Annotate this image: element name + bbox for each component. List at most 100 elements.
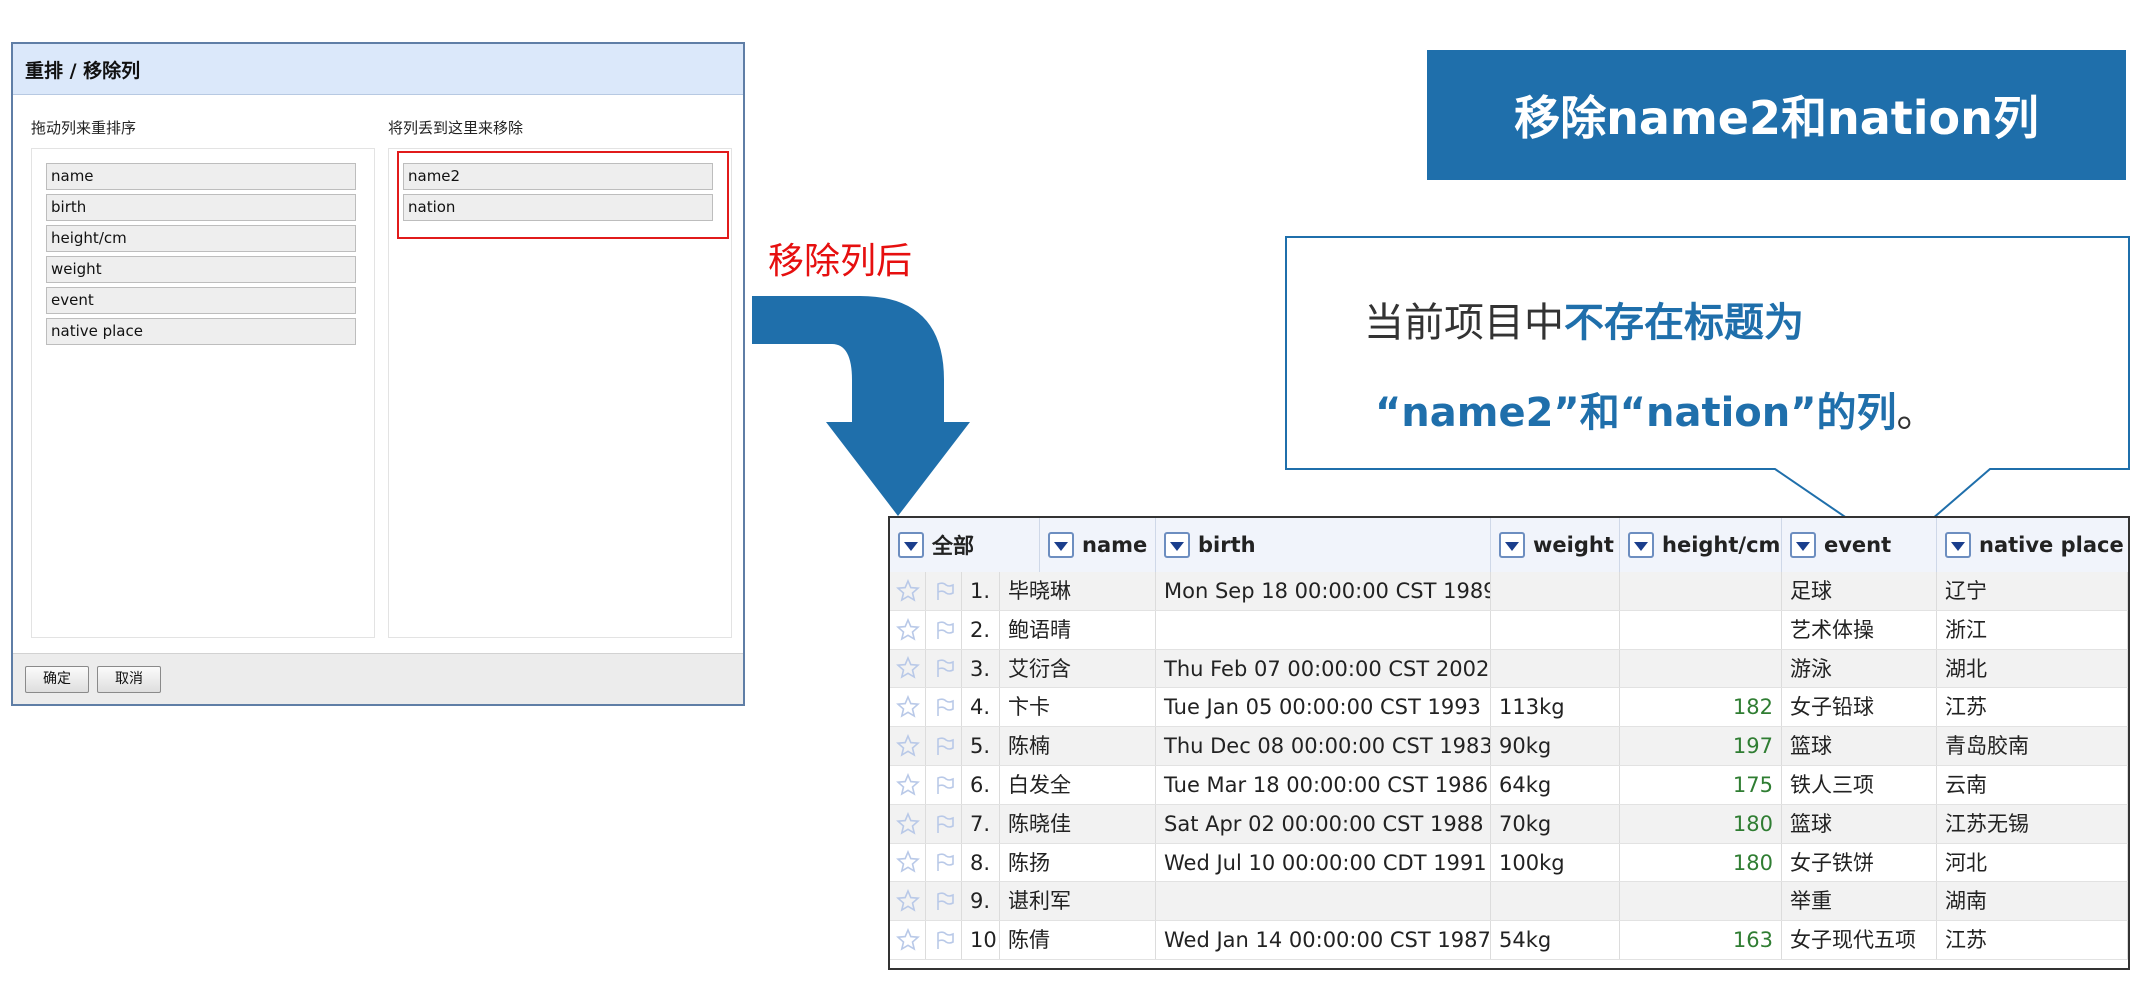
dropdown-icon[interactable] <box>1628 532 1654 558</box>
column-header-name[interactable]: name <box>1040 518 1156 572</box>
cell-index: 5. <box>962 727 1000 765</box>
star-icon[interactable] <box>890 766 926 804</box>
dropdown-icon[interactable] <box>1164 532 1190 558</box>
dropdown-icon[interactable] <box>1048 532 1074 558</box>
column-item-birth[interactable]: birth <box>46 194 356 221</box>
reorder-column-list[interactable]: name birth height/cm weight event native… <box>31 148 375 638</box>
star-icon[interactable] <box>890 921 926 959</box>
cell-native: 江苏无锡 <box>1937 804 2128 843</box>
cell-height <box>1620 649 1782 688</box>
star-icon[interactable] <box>890 688 926 727</box>
table-row: 7. 陈晓佳 Sat Apr 02 00:00:00 CST 1988 70kg 180… <box>890 804 2128 844</box>
star-icon[interactable] <box>890 649 926 688</box>
cell-event: 女子现代五项 <box>1782 921 1937 959</box>
star-icon[interactable] <box>890 804 926 843</box>
cell-event: 足球 <box>1782 572 1937 610</box>
table-row: 8. 陈扬 Wed Jul 10 00:00:00 CDT 1991 100kg 180… <box>890 843 2128 883</box>
cell-birth: Sat Apr 02 00:00:00 CST 1988 <box>1156 804 1491 843</box>
data-table: 全部 name birth weight height/cm event nat… <box>888 516 2130 970</box>
dialog-footer: 确定 取消 <box>13 653 743 704</box>
cell-native: 湖北 <box>1937 649 2128 688</box>
cell-index: 10. <box>962 921 1000 959</box>
column-header-height[interactable]: height/cm <box>1620 518 1782 572</box>
cell-index: 1. <box>962 572 1000 610</box>
column-item-event[interactable]: event <box>46 287 356 314</box>
ok-button[interactable]: 确定 <box>25 666 89 693</box>
reorder-label: 拖动列来重排序 <box>31 119 137 137</box>
table-row: 10.陈倩Wed Jan 14 00:00:00 CST 198754kg163… <box>890 921 2128 960</box>
flag-icon[interactable] <box>926 843 962 882</box>
cell-height: 197 <box>1620 727 1782 765</box>
star-icon[interactable] <box>890 727 926 765</box>
cell-height: 180 <box>1620 804 1782 843</box>
cell-name: 艾衍含 <box>1000 649 1156 688</box>
flag-icon[interactable] <box>926 804 962 843</box>
cell-height <box>1620 882 1782 921</box>
column-item-name[interactable]: name <box>46 163 356 190</box>
cell-weight <box>1491 610 1620 649</box>
summary-banner: 移除name2和nation列 <box>1427 50 2126 180</box>
flag-icon[interactable] <box>926 921 962 959</box>
cell-native: 云南 <box>1937 766 2128 804</box>
arrow-label: 移除列后 <box>768 241 913 282</box>
column-item-weight[interactable]: weight <box>46 256 356 283</box>
flag-icon[interactable] <box>926 727 962 765</box>
reorder-remove-dialog: 重排 / 移除列 拖动列来重排序 将列丢到这里来移除 name birth he… <box>11 42 745 706</box>
flag-icon[interactable] <box>926 610 962 649</box>
cell-index: 4. <box>962 688 1000 727</box>
flag-icon[interactable] <box>926 572 962 610</box>
dropdown-icon[interactable] <box>1790 532 1816 558</box>
cell-weight <box>1491 882 1620 921</box>
cell-index: 6. <box>962 766 1000 804</box>
cell-event: 游泳 <box>1782 649 1937 688</box>
cell-birth: Tue Mar 18 00:00:00 CST 1986 <box>1156 766 1491 804</box>
dropdown-icon[interactable] <box>1945 532 1971 558</box>
remove-label: 将列丢到这里来移除 <box>388 119 524 137</box>
cell-name: 陈倩 <box>1000 921 1156 959</box>
cell-native: 湖南 <box>1937 882 2128 921</box>
cell-weight: 54kg <box>1491 921 1620 959</box>
cell-birth: Tue Jan 05 00:00:00 CST 1993 <box>1156 688 1491 727</box>
column-header-all[interactable]: 全部 <box>890 518 1040 572</box>
star-icon[interactable] <box>890 882 926 921</box>
cell-weight: 113kg <box>1491 688 1620 727</box>
dropdown-icon[interactable] <box>898 532 924 558</box>
column-header-native-place[interactable]: native place <box>1937 518 2128 572</box>
flag-icon[interactable] <box>926 649 962 688</box>
cell-birth: Mon Sep 18 00:00:00 CST 1989 <box>1156 572 1491 610</box>
cell-native: 辽宁 <box>1937 572 2128 610</box>
star-icon[interactable] <box>890 572 926 610</box>
star-icon[interactable] <box>890 610 926 649</box>
cell-weight <box>1491 649 1620 688</box>
cell-weight: 100kg <box>1491 843 1620 882</box>
table-row: 2. 鲍语晴 艺术体操 浙江 <box>890 610 2128 650</box>
cell-native: 浙江 <box>1937 610 2128 649</box>
column-item-height[interactable]: height/cm <box>46 225 356 252</box>
cell-index: 7. <box>962 804 1000 843</box>
column-header-birth[interactable]: birth <box>1156 518 1491 572</box>
cell-name: 陈晓佳 <box>1000 804 1156 843</box>
column-header-weight[interactable]: weight <box>1491 518 1620 572</box>
cell-weight: 70kg <box>1491 804 1620 843</box>
cell-name: 鲍语晴 <box>1000 610 1156 649</box>
cell-native: 青岛胶南 <box>1937 727 2128 765</box>
column-item-native-place[interactable]: native place <box>46 318 356 345</box>
column-header-event[interactable]: event <box>1782 518 1937 572</box>
cell-height: 163 <box>1620 921 1782 959</box>
cell-event: 艺术体操 <box>1782 610 1937 649</box>
cell-height: 182 <box>1620 688 1782 727</box>
table-header: 全部 name birth weight height/cm event nat… <box>890 518 2128 574</box>
cell-event: 举重 <box>1782 882 1937 921</box>
dropdown-icon[interactable] <box>1499 532 1525 558</box>
flag-icon[interactable] <box>926 688 962 727</box>
flag-icon[interactable] <box>926 766 962 804</box>
table-row: 6. 白发全 Tue Mar 18 00:00:00 CST 1986 64kg 175… <box>890 766 2128 805</box>
cancel-button[interactable]: 取消 <box>97 666 161 693</box>
cell-height <box>1620 572 1782 610</box>
flag-icon[interactable] <box>926 882 962 921</box>
cell-weight: 90kg <box>1491 727 1620 765</box>
cell-index: 9. <box>962 882 1000 921</box>
star-icon[interactable] <box>890 843 926 882</box>
cell-name: 白发全 <box>1000 766 1156 804</box>
cell-name: 卞卡 <box>1000 688 1156 727</box>
